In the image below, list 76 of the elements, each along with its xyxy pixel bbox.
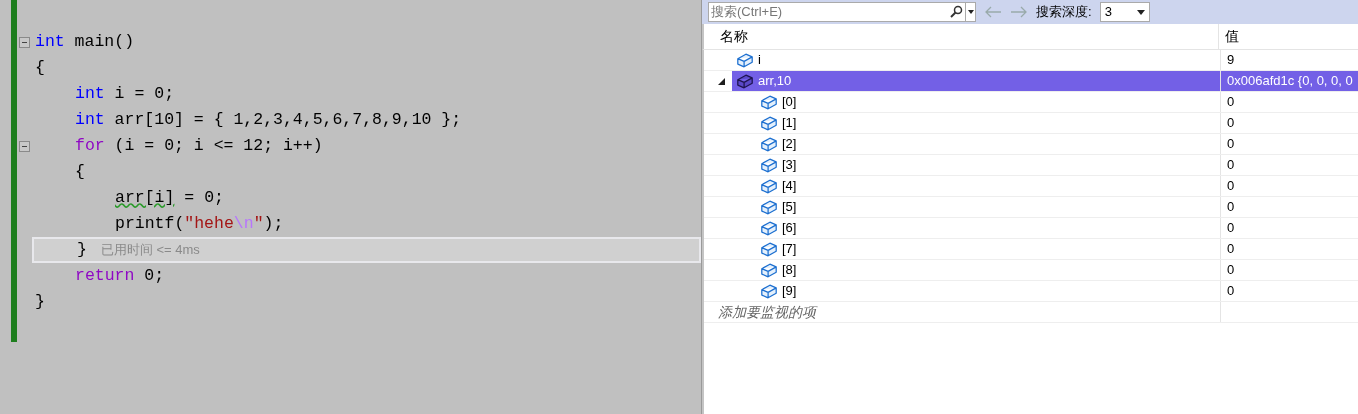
variable-value: 0: [1227, 177, 1235, 196]
code-line: arr[i] = 0;: [114, 186, 224, 209]
variable-name: i: [758, 51, 761, 70]
watch-item[interactable]: [8]: [756, 260, 1220, 280]
watch-item[interactable]: arr,10: [732, 71, 1220, 91]
search-options-button[interactable]: [966, 2, 976, 22]
variable-icon: [760, 220, 778, 236]
code-line: {: [34, 56, 45, 79]
search-placeholder: 搜索(Ctrl+E): [711, 3, 783, 22]
variable-icon: [760, 157, 778, 173]
watch-item[interactable]: [4]: [756, 176, 1220, 196]
column-header[interactable]: 值: [1219, 24, 1358, 49]
variable-value: 0: [1227, 261, 1235, 280]
variable-name: [9]: [782, 282, 797, 301]
elapsed-time-hint: 已用时间 <= 4ms: [100, 241, 200, 260]
depth-dropdown[interactable]: 3: [1099, 2, 1150, 22]
code-line: int main(): [34, 30, 135, 53]
code-line: int i = 0;: [74, 82, 175, 105]
variable-value: 0: [1227, 240, 1235, 259]
depth-value: 3: [1104, 3, 1112, 22]
variable-icon: [760, 241, 778, 257]
code-line: for (i = 0; i <= 12; i++): [74, 134, 323, 157]
variable-name: [1]: [782, 114, 797, 133]
variable-icon: [736, 52, 754, 68]
search-icon: [949, 5, 963, 19]
variable-value: 0: [1227, 198, 1235, 217]
variable-value: 9: [1227, 51, 1235, 70]
variable-value: 0: [1227, 93, 1235, 112]
watch-item[interactable]: [1]: [756, 113, 1220, 133]
variable-name: [0]: [782, 93, 797, 112]
watch-item[interactable]: [3]: [756, 155, 1220, 175]
watch-item[interactable]: [7]: [756, 239, 1220, 259]
code-line: return 0;: [74, 264, 165, 287]
add-watch-field[interactable]: 添加要监视的项: [704, 302, 1221, 322]
collapse-icon[interactable]: [19, 36, 30, 48]
variable-value: 0: [1227, 282, 1235, 301]
code-line: int arr[10] = { 1,2,3,4,5,6,7,8,9,10 };: [74, 108, 462, 131]
expand-icon[interactable]: [718, 77, 725, 85]
watch-item[interactable]: [2]: [756, 134, 1220, 154]
watch-item[interactable]: i: [732, 50, 1220, 70]
variable-value: 0: [1227, 135, 1235, 154]
dropdown-caret-icon: [1136, 9, 1145, 15]
code-line: printf("hehe\n");: [114, 212, 284, 235]
code-line: }: [76, 238, 87, 261]
code-line: }: [34, 290, 45, 313]
variable-name: arr,10: [758, 72, 792, 91]
variable-name: [5]: [782, 198, 797, 217]
variable-name: [2]: [782, 135, 797, 154]
watch-item[interactable]: [5]: [756, 197, 1220, 217]
variable-name: [6]: [782, 219, 797, 238]
variable-value: 0: [1227, 114, 1235, 133]
code-line: {: [74, 160, 85, 183]
watch-item[interactable]: [9]: [756, 281, 1220, 301]
variable-icon: [760, 199, 778, 215]
column-header[interactable]: 名称: [704, 24, 1219, 49]
variable-icon: [736, 73, 754, 89]
dropdown-caret-icon: [967, 10, 974, 14]
variable-name: [4]: [782, 177, 797, 196]
search-field[interactable]: 搜索(Ctrl+E): [708, 2, 966, 22]
variable-icon: [760, 262, 778, 278]
variable-name: [3]: [782, 156, 797, 175]
variable-name: [7]: [782, 240, 797, 259]
variable-icon: [760, 283, 778, 299]
add-watch-placeholder: 添加要监视的项: [718, 302, 816, 322]
depth-label: 搜索深度:: [1036, 3, 1092, 22]
variable-value: 0: [1227, 219, 1235, 238]
watch-item[interactable]: [0]: [756, 92, 1220, 112]
variable-icon: [760, 94, 778, 110]
collapse-icon[interactable]: [19, 140, 30, 152]
variable-value: 0x006afd1c {0, 0, 0, 0: [1227, 72, 1353, 91]
variable-icon: [760, 136, 778, 152]
watch-item[interactable]: [6]: [756, 218, 1220, 238]
variable-icon: [760, 115, 778, 131]
variable-value: 0: [1227, 156, 1235, 175]
variable-icon: [760, 178, 778, 194]
variable-name: [8]: [782, 261, 797, 280]
